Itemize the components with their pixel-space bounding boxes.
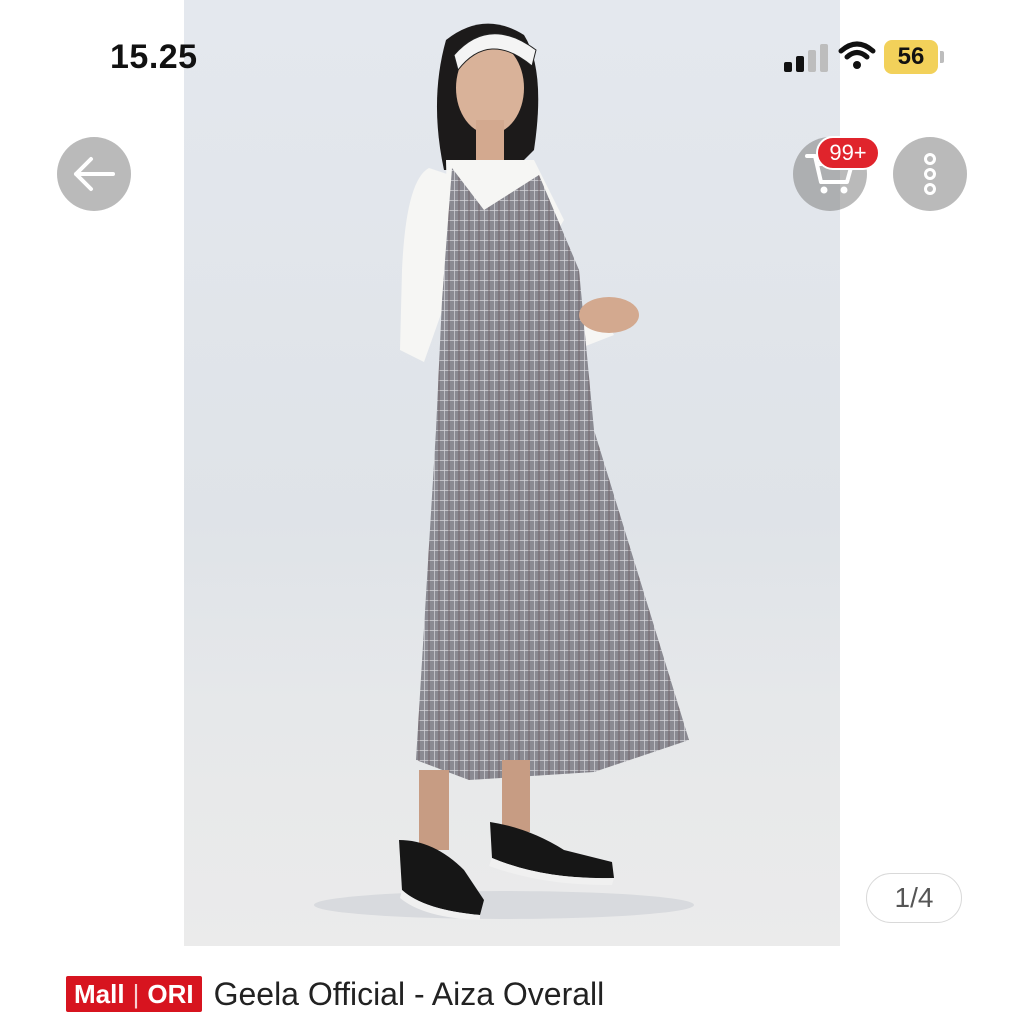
battery-cap — [940, 51, 944, 63]
product-title-row: Mall | ORI Geela Official - Aiza Overall — [66, 972, 604, 1016]
product-image[interactable] — [184, 0, 840, 946]
more-options-button[interactable] — [893, 137, 967, 211]
signal-icon — [784, 44, 828, 72]
battery-level: 56 — [884, 40, 938, 74]
cart-count-badge: 99+ — [816, 136, 880, 170]
image-page-indicator: 1/4 — [866, 873, 962, 923]
more-vertical-icon — [924, 153, 936, 195]
badge-separator: | — [132, 978, 140, 1009]
back-button[interactable] — [57, 137, 131, 211]
model-illustration — [314, 23, 694, 920]
mall-ori-badge: Mall | ORI — [66, 976, 202, 1012]
battery-icon: 56 — [884, 40, 944, 74]
product-title: Geela Official - Aiza Overall — [213, 975, 605, 1012]
ori-badge-label: ORI — [147, 978, 194, 1009]
status-time: 15.25 — [110, 38, 198, 76]
mall-badge-label: Mall — [74, 978, 125, 1009]
wifi-icon — [838, 41, 876, 69]
back-arrow-icon — [74, 157, 115, 191]
